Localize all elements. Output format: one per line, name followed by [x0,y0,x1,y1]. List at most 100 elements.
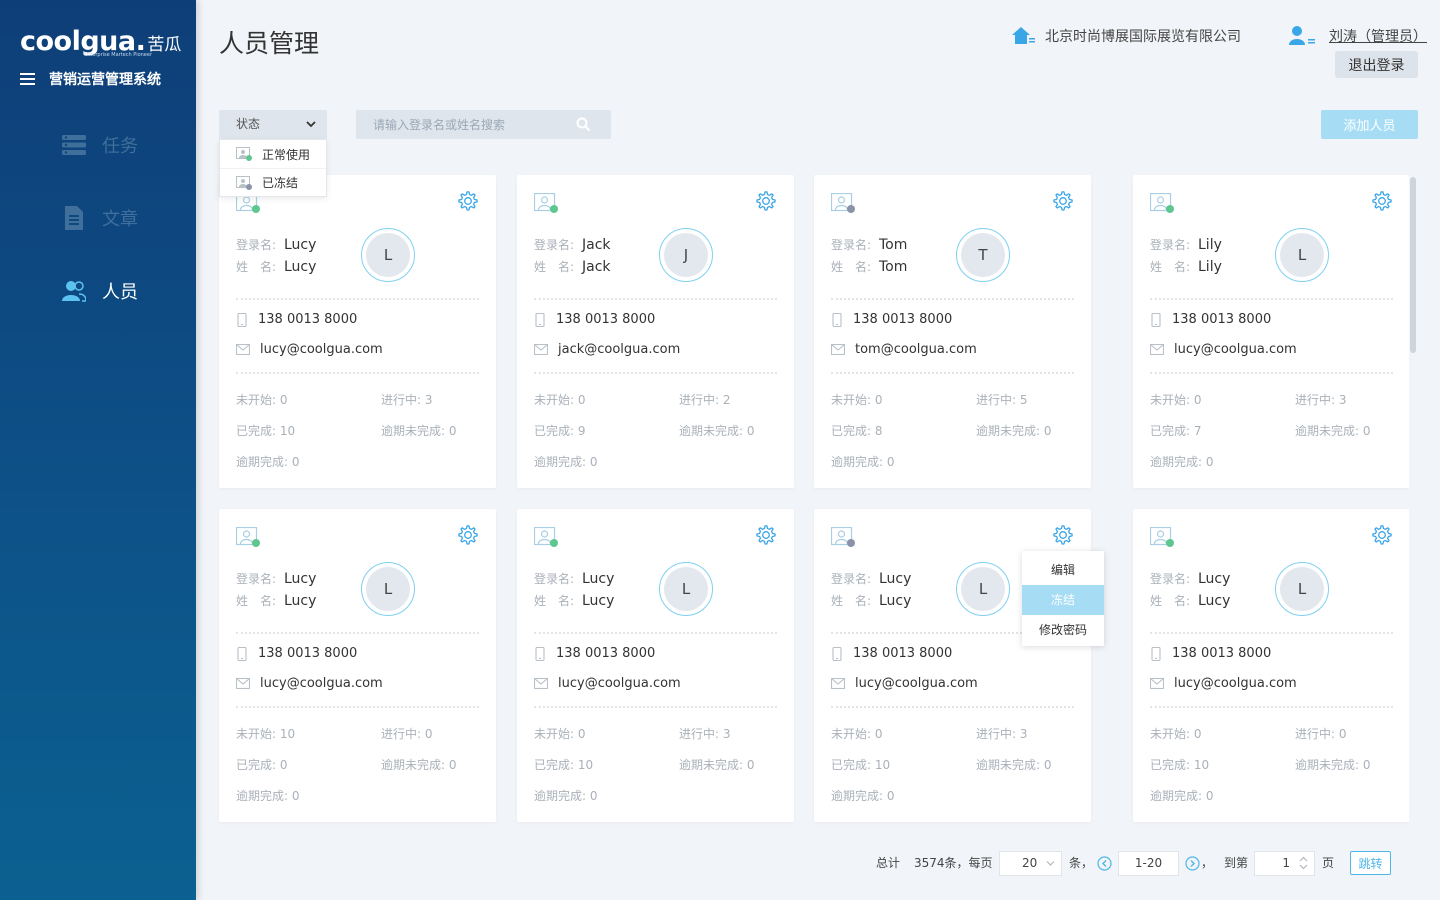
hamburger-menu-icon[interactable] [20,72,35,86]
pagination-total: 3574条，每页 [914,856,993,870]
person-card: 登录名: Jack 姓 名: Jack J 138 0013 8000 jack@c… [517,175,794,488]
user-name-link[interactable]: 刘涛（管理员） [1329,26,1427,46]
stat-value: 0 [1043,758,1052,772]
stat-label: 逾期完成: [236,455,289,469]
nav-item-articles[interactable]: 文章 [62,205,138,231]
stat-value: 0 [291,789,300,803]
stat-in-progress: 进行中: 0 [381,725,433,742]
status-option-label: 已冻结 [262,176,299,190]
stat-in-progress: 进行中: 5 [976,391,1028,408]
email-row: lucy@coolgua.com [1150,676,1297,691]
search-input[interactable] [356,110,566,139]
document-icon [65,206,83,230]
goto-label: 到第 [1224,856,1249,870]
stat-label: 未开始: [236,393,277,407]
email-value: lucy@coolgua.com [260,676,383,691]
menu-item-freeze[interactable]: 冻结 [1022,585,1104,615]
stepper-icon[interactable] [1299,855,1308,871]
email-value: lucy@coolgua.com [558,676,681,691]
login-label: 登录名: [236,238,277,252]
stat-not-started: 未开始: 0 [534,725,586,742]
phone-icon [832,312,842,327]
stat-in-progress: 进行中: 3 [381,391,433,408]
stat-done: 已完成: 10 [1150,756,1209,773]
pagination-comma: ， [1201,856,1214,870]
person-identity: 登录名: Lucy 姓 名: Lucy [534,568,614,612]
user-info: 刘涛（管理员） [1289,26,1427,46]
stat-not-started: 未开始: 0 [1150,391,1202,408]
mail-icon [1150,344,1164,355]
gear-icon[interactable] [1371,524,1393,546]
page-size-select[interactable]: 20 [999,851,1062,876]
nav-item-people[interactable]: 人员 [62,278,138,304]
gear-icon[interactable] [755,524,777,546]
stat-label: 进行中: [381,393,422,407]
stat-label: 逾期未完成: [679,424,744,438]
name-value: Lucy [1198,593,1231,609]
logo-subtitle: Enterprise Martech Pioneer [84,52,153,58]
name-value: Lucy [582,593,615,609]
avatar: L [956,562,1010,616]
stat-label: 已完成: [236,758,277,772]
login-value: Lucy [284,571,317,587]
stat-label: 逾期完成: [236,789,289,803]
divider [236,298,479,300]
page-title: 人员管理 [219,29,320,58]
next-page-icon[interactable] [1185,856,1200,871]
person-identity: 登录名: Lucy 姓 名: Lucy [236,568,316,612]
scrollbar-thumb[interactable] [1410,177,1416,353]
goto-page-input[interactable]: 1 [1254,851,1315,876]
stat-value: 8 [874,424,883,438]
gear-icon[interactable] [457,190,479,212]
divider [1150,706,1393,708]
stat-overdue-done: 逾期完成: 0 [534,787,598,804]
gear-icon[interactable] [755,190,777,212]
status-option-label: 正常使用 [262,147,311,162]
stat-not-started: 未开始: 0 [831,391,883,408]
gear-icon[interactable] [1371,190,1393,212]
nav-label: 文章 [102,209,138,230]
stat-value: 0 [1193,727,1202,741]
add-person-button[interactable]: 添加人员 [1321,110,1418,139]
search-icon[interactable] [576,117,591,132]
prev-page-icon[interactable] [1097,856,1112,871]
stat-label: 逾期未完成: [1295,758,1360,772]
gear-icon[interactable] [457,524,479,546]
mail-icon [236,344,250,355]
person-identity: 登录名: Jack 姓 名: Jack [534,234,611,278]
stat-value: 0 [746,758,755,772]
gear-icon[interactable] [1052,190,1074,212]
nav-item-tasks[interactable]: 任务 [62,132,138,158]
stat-value: 3 [424,393,433,407]
email-value: tom@coolgua.com [855,342,977,357]
phone-value: 138 0013 8000 [556,646,656,661]
menu-item-change-password[interactable]: 修改密码 [1022,615,1104,645]
stat-overdue-undone: 逾期未完成: 0 [679,756,755,773]
phone-icon [1151,646,1161,661]
stat-label: 未开始: [236,727,277,741]
stat-value: 10 [1193,758,1210,772]
stat-overdue-undone: 逾期未完成: 0 [1295,422,1371,439]
divider [831,372,1074,374]
divider [1150,298,1393,300]
status-option-frozen[interactable]: 已冻结 [220,168,326,196]
stat-label: 已完成: [534,758,575,772]
email-row: tom@coolgua.com [831,342,977,357]
stat-overdue-done: 逾期完成: 0 [831,787,895,804]
login-value: Lucy [879,571,912,587]
logout-button[interactable]: 退出登录 [1335,51,1418,78]
gear-icon[interactable] [1052,524,1074,546]
divider [831,706,1074,708]
login-value: Lucy [582,571,615,587]
jump-button[interactable]: 跳转 [1350,851,1391,875]
stat-not-started: 未开始: 0 [236,391,288,408]
stat-value: 0 [746,424,755,438]
menu-item-edit[interactable]: 编辑 [1022,555,1104,585]
user-frozen-icon [236,175,252,190]
status-select[interactable]: 状态 [219,110,327,139]
phone-icon [237,646,247,661]
email-value: jack@coolgua.com [558,342,681,357]
person-card: 登录名: Lucy 姓 名: Lucy L 138 0013 8000 lucy@c… [1133,509,1410,822]
status-option-active[interactable]: 正常使用 [220,140,326,168]
stat-value: 0 [1362,424,1371,438]
